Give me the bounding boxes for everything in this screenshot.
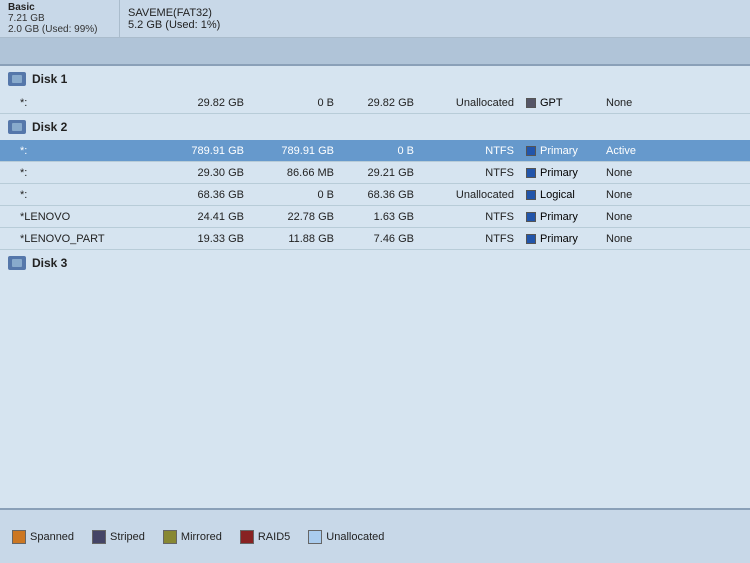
type-cell: Primary [520,145,600,157]
disk-table-body: Disk 1*:29.82 GB0 B29.82 GBUnallocatedGP… [0,66,750,276]
top-disk-size: 7.21 GB [8,13,111,24]
legend-label: Unallocated [326,531,384,543]
legend-label: Mirrored [181,531,222,543]
cell-1: 789.91 GB [160,145,250,157]
disk-group-header-2: Disk 2 [0,114,750,140]
type-cell: GPT [520,97,600,109]
partition-row[interactable]: *:29.30 GB86.66 MB29.21 GBNTFS Primary Non… [0,162,750,184]
top-disk-saveme-size: 5.2 GB (Used: 1%) [128,19,272,31]
top-disk-saveme-label: SAVEME(FAT32) [128,7,272,19]
cell-4: NTFS [420,211,520,223]
type-square-icon [526,234,536,244]
type-label: GPT [540,97,563,109]
type-square-icon [526,212,536,222]
disk-group-header-1: Disk 1 [0,66,750,92]
partition-row[interactable]: *LENOVO24.41 GB22.78 GB1.63 GBNTFS Primar… [0,206,750,228]
top-bar: Basic 7.21 GB 2.0 GB (Used: 99%) SAVEME(… [0,0,750,38]
type-square-icon [526,190,536,200]
cell-3: 0 B [340,145,420,157]
status-cell: None [600,97,670,109]
cell-3: 29.82 GB [340,97,420,109]
disk-label-3: Disk 3 [32,256,67,270]
cell-0: *LENOVO_PART [0,233,160,245]
type-cell: Primary [520,211,600,223]
cell-1: 68.36 GB [160,189,250,201]
legend-item-mirrored: Mirrored [163,530,222,544]
cell-1: 19.33 GB [160,233,250,245]
cell-0: *: [0,189,160,201]
legend-box-raid5 [240,530,254,544]
status-cell: None [600,233,670,245]
type-label: Primary [540,167,578,179]
legend-box-mirrored [163,530,177,544]
top-disk-saveme: SAVEME(FAT32) 5.2 GB (Used: 1%) [120,0,280,37]
type-square-icon [526,98,536,108]
type-cell: Logical [520,189,600,201]
top-disk-used: 2.0 GB (Used: 99%) [8,24,111,35]
type-label: Primary [540,145,578,157]
cell-1: 29.30 GB [160,167,250,179]
disk-group-header-3: Disk 3 [0,250,750,276]
cell-4: Unallocated [420,189,520,201]
cell-0: *LENOVO [0,211,160,223]
type-cell: Primary [520,233,600,245]
type-label: Primary [540,211,578,223]
status-cell: Active [600,145,670,157]
disk-label-2: Disk 2 [32,120,67,134]
disk-icon-2 [8,120,26,134]
disk-icon-1 [8,72,26,86]
partition-row[interactable]: *:789.91 GB789.91 GB0 BNTFSPrimaryActive [0,140,750,162]
cell-3: 29.21 GB [340,167,420,179]
cell-3: 7.46 GB [340,233,420,245]
legend-box-striped [92,530,106,544]
cell-0: *: [0,97,160,109]
type-square-icon [526,146,536,156]
type-cell: Primary [520,167,600,179]
partition-row[interactable]: *LENOVO_PART19.33 GB11.88 GB7.46 GBNTFS P… [0,228,750,250]
top-disk-type: Basic [8,2,111,13]
main-container: Disk 1*:29.82 GB0 B29.82 GBUnallocatedGP… [0,38,750,508]
type-label: Logical [540,189,575,201]
legend-item-unallocated: Unallocated [308,530,384,544]
partition-row[interactable]: *:29.82 GB0 B29.82 GBUnallocatedGPTNone [0,92,750,114]
cell-2: 22.78 GB [250,211,340,223]
status-cell: None [600,167,670,179]
cell-4: Unallocated [420,97,520,109]
top-disk-basic: Basic 7.21 GB 2.0 GB (Used: 99%) [0,0,120,37]
cell-4: NTFS [420,145,520,157]
legend-label: RAID5 [258,531,290,543]
cell-2: 86.66 MB [250,167,340,179]
status-cell: None [600,211,670,223]
legend-label: Striped [110,531,145,543]
cell-0: *: [0,145,160,157]
legend-item-striped: Striped [92,530,145,544]
type-square-icon [526,168,536,178]
cell-4: NTFS [420,167,520,179]
cell-3: 1.63 GB [340,211,420,223]
cell-3: 68.36 GB [340,189,420,201]
partition-row[interactable]: *:68.36 GB0 B68.36 GBUnallocatedLogicalN… [0,184,750,206]
legend-item-spanned: Spanned [12,530,74,544]
legend-box-spanned [12,530,26,544]
status-cell: None [600,189,670,201]
footer-legend: Spanned Striped Mirrored RAID5 Unallocated [0,508,750,563]
cell-0: *: [0,167,160,179]
type-label: Primary [540,233,578,245]
cell-2: 0 B [250,189,340,201]
cell-2: 789.91 GB [250,145,340,157]
cell-2: 11.88 GB [250,233,340,245]
legend-item-raid5: RAID5 [240,530,290,544]
cell-4: NTFS [420,233,520,245]
disk-icon-3 [8,256,26,270]
disk-label-1: Disk 1 [32,72,67,86]
cell-1: 29.82 GB [160,97,250,109]
legend-label: Spanned [30,531,74,543]
cell-2: 0 B [250,97,340,109]
legend-box-unallocated [308,530,322,544]
cell-1: 24.41 GB [160,211,250,223]
table-header [0,38,750,66]
